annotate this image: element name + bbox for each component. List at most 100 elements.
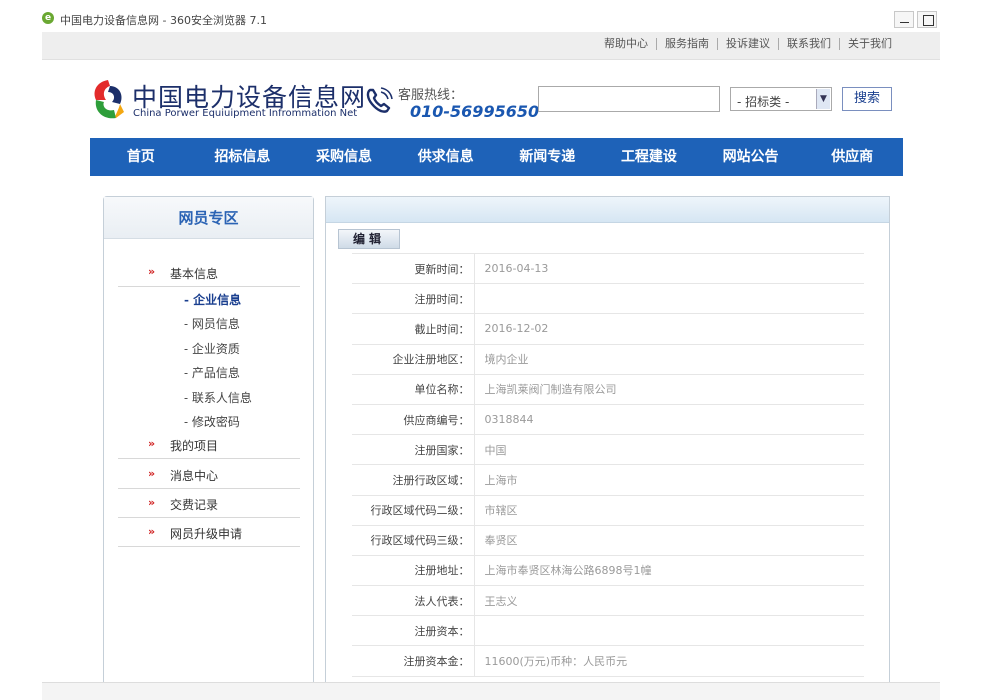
hotline-label: 客服热线： bbox=[398, 88, 464, 103]
browser-title-bar: e 中国电力设备信息网 - 360安全浏览器 7.1 bbox=[42, 8, 940, 32]
company-info-panel: 编辑 更新时间： 2016-04-13 注册时间： 截止时间： 2016-12-02 企业… bbox=[325, 196, 890, 700]
field-value: 中国 bbox=[474, 434, 864, 466]
nav-item-tender-info[interactable]: 招标信息 bbox=[192, 138, 294, 176]
nav-item-news[interactable]: 新闻专递 bbox=[497, 138, 599, 176]
field-value bbox=[474, 615, 864, 647]
link-contact-us[interactable]: 联系我们 bbox=[778, 38, 839, 50]
sidebar-subitem-member-info[interactable]: - 网员信息 bbox=[184, 315, 240, 332]
main-nav: 首页 招标信息 采购信息 供求信息 新闻专递 工程建设 网站公告 供应商 bbox=[90, 138, 903, 176]
chevron-right-icon: » bbox=[148, 265, 156, 278]
table-row: 注册地址： 上海市奉贤区林海公路6898号1幢 bbox=[352, 555, 864, 587]
field-value bbox=[474, 283, 864, 315]
sidebar-item-my-projects[interactable]: » 我的项目 bbox=[118, 429, 300, 459]
minimize-button[interactable] bbox=[894, 11, 914, 28]
field-value: 市辖区 bbox=[474, 495, 864, 526]
hotline-number: 010-56995650 bbox=[410, 102, 540, 121]
panel-header bbox=[326, 197, 889, 223]
field-value: 2016-04-13 bbox=[474, 252, 864, 285]
sidebar-subitem-products[interactable]: - 产品信息 bbox=[184, 364, 240, 381]
company-info-table: 更新时间： 2016-04-13 注册时间： 截止时间： 2016-12-02 企业注册地… bbox=[352, 252, 864, 677]
link-help-center[interactable]: 帮助中心 bbox=[596, 38, 656, 50]
sidebar-subitem-contacts[interactable]: - 联系人信息 bbox=[184, 389, 252, 406]
field-label: 更新时间： bbox=[352, 252, 475, 285]
field-label: 注册资本： bbox=[352, 615, 475, 647]
sidebar-subitem-change-password[interactable]: - 修改密码 bbox=[184, 413, 240, 430]
edit-tab[interactable]: 编辑 bbox=[338, 229, 400, 249]
sidebar-item-label: 我的项目 bbox=[170, 439, 219, 453]
table-row: 供应商编号： 0318844 bbox=[352, 404, 864, 436]
field-value: 上海市奉贤区林海公路6898号1幢 bbox=[474, 555, 864, 587]
field-label: 注册地址： bbox=[352, 555, 475, 587]
table-row: 注册资本： bbox=[352, 615, 864, 647]
browser-logo-icon: e bbox=[42, 12, 54, 24]
sidebar-item-payments[interactable]: » 交费记录 bbox=[118, 488, 300, 518]
chevron-right-icon: » bbox=[148, 437, 156, 450]
sidebar-item-upgrade[interactable]: » 网员升级申请 bbox=[118, 517, 300, 547]
field-label: 注册资本金： bbox=[352, 645, 475, 677]
field-value: 王志义 bbox=[474, 585, 864, 617]
chevron-right-icon: » bbox=[148, 467, 156, 480]
member-sidebar: 网员专区 » 基本信息 - 企业信息 - 网员信息 - 企业资质 - 产品信息 … bbox=[103, 196, 314, 700]
field-value: 上海市 bbox=[474, 464, 864, 496]
table-row: 行政区域代码二级： 市辖区 bbox=[352, 495, 864, 526]
field-value: 奉贤区 bbox=[474, 525, 864, 556]
category-select[interactable]: - 招标类 - ▼ bbox=[730, 87, 832, 111]
field-label: 供应商编号： bbox=[352, 404, 475, 436]
status-bar bbox=[42, 682, 940, 700]
field-label: 法人代表： bbox=[352, 585, 475, 617]
phone-icon bbox=[366, 87, 393, 113]
nav-item-supply-demand[interactable]: 供求信息 bbox=[395, 138, 497, 176]
nav-item-home[interactable]: 首页 bbox=[90, 138, 192, 176]
link-complaints[interactable]: 投诉建议 bbox=[717, 38, 778, 50]
window-title: 中国电力设备信息网 - 360安全浏览器 7.1 bbox=[60, 14, 267, 27]
category-select-value: - 招标类 - bbox=[737, 95, 790, 109]
chevron-right-icon: » bbox=[148, 496, 156, 509]
utility-bar: 帮助中心 服务指南 投诉建议 联系我们 关于我们 bbox=[42, 32, 940, 60]
table-row: 企业注册地区： 境内企业 bbox=[352, 344, 864, 375]
table-row: 行政区域代码三级： 奉贤区 bbox=[352, 525, 864, 556]
sidebar-item-basic-info[interactable]: » 基本信息 bbox=[118, 257, 300, 287]
nav-item-engineering[interactable]: 工程建设 bbox=[598, 138, 700, 176]
chevron-down-icon[interactable]: ▼ bbox=[816, 89, 830, 109]
logo-mark-icon bbox=[94, 80, 124, 119]
table-row: 更新时间： 2016-04-13 bbox=[352, 252, 864, 285]
field-value: 上海凯莱阀门制造有限公司 bbox=[474, 374, 864, 405]
nav-item-announcements[interactable]: 网站公告 bbox=[700, 138, 802, 176]
nav-item-procurement-info[interactable]: 采购信息 bbox=[293, 138, 395, 176]
table-row: 法人代表： 王志义 bbox=[352, 585, 864, 617]
table-row: 注册行政区域： 上海市 bbox=[352, 464, 864, 496]
sidebar-title: 网员专区 bbox=[104, 197, 313, 239]
link-about-us[interactable]: 关于我们 bbox=[839, 38, 900, 50]
maximize-button[interactable] bbox=[917, 11, 937, 28]
field-label: 注册时间： bbox=[352, 283, 475, 315]
table-row: 单位名称： 上海凯莱阀门制造有限公司 bbox=[352, 374, 864, 405]
nav-item-suppliers[interactable]: 供应商 bbox=[801, 138, 903, 176]
sidebar-item-label: 交费记录 bbox=[170, 498, 219, 512]
utility-links: 帮助中心 服务指南 投诉建议 联系我们 关于我们 bbox=[596, 38, 900, 50]
table-row: 注册时间： bbox=[352, 283, 864, 315]
sidebar-item-label: 消息中心 bbox=[170, 469, 219, 483]
field-label: 行政区域代码二级： bbox=[352, 495, 475, 526]
link-service-guide[interactable]: 服务指南 bbox=[656, 38, 717, 50]
chevron-right-icon: » bbox=[148, 525, 156, 538]
field-label: 注册国家： bbox=[352, 434, 475, 466]
sidebar-item-label: 基本信息 bbox=[170, 267, 219, 281]
field-label: 单位名称： bbox=[352, 374, 475, 405]
field-label: 注册行政区域： bbox=[352, 464, 475, 496]
field-value: 11600(万元)币种：人民币元 bbox=[474, 645, 864, 677]
field-value: 境内企业 bbox=[474, 344, 864, 375]
search-input[interactable] bbox=[538, 86, 720, 112]
field-label: 企业注册地区： bbox=[352, 344, 475, 375]
sidebar-item-label: 网员升级申请 bbox=[170, 527, 243, 541]
field-value: 0318844 bbox=[474, 404, 864, 436]
search-button[interactable]: 搜索 bbox=[842, 87, 892, 111]
table-row: 注册资本金： 11600(万元)币种：人民币元 bbox=[352, 645, 864, 677]
field-label: 截止时间： bbox=[352, 313, 475, 345]
field-value: 2016-12-02 bbox=[474, 313, 864, 345]
table-row: 截止时间： 2016-12-02 bbox=[352, 313, 864, 345]
sidebar-subitem-company-info[interactable]: - 企业信息 bbox=[184, 291, 241, 308]
table-row: 注册国家： 中国 bbox=[352, 434, 864, 466]
brand-name-en: China Porwer Equiuipment Infrommation Ne… bbox=[133, 108, 358, 119]
sidebar-subitem-qualifications[interactable]: - 企业资质 bbox=[184, 340, 240, 357]
sidebar-item-messages[interactable]: » 消息中心 bbox=[118, 459, 300, 489]
